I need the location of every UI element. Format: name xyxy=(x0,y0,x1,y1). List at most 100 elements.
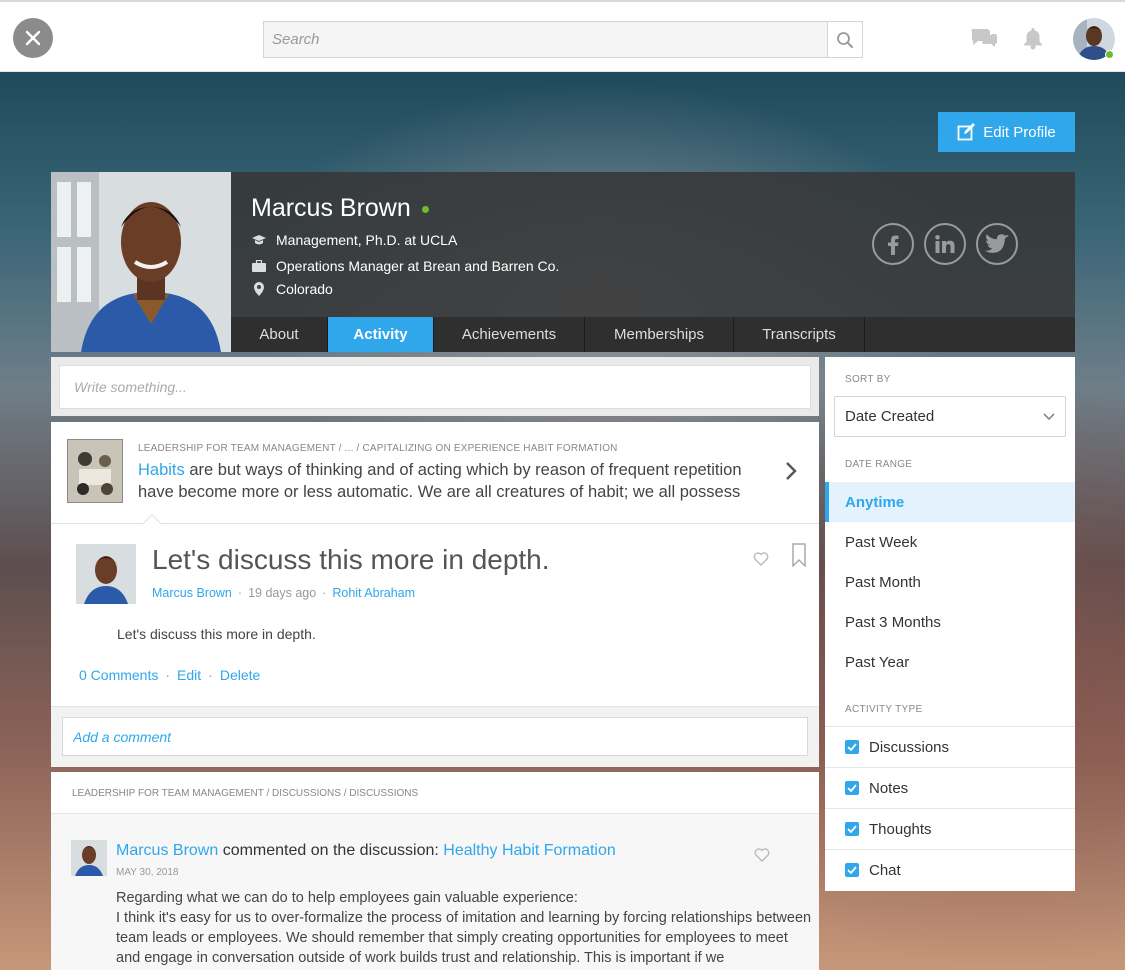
action-separator: · xyxy=(208,667,213,683)
post-composer xyxy=(51,357,819,416)
graduation-cap-icon xyxy=(251,234,267,246)
education-row: Management, Ph.D. at UCLA xyxy=(251,232,457,248)
bookmark-button[interactable] xyxy=(792,543,806,572)
search-button[interactable] xyxy=(827,22,862,57)
location-row: Colorado xyxy=(251,281,333,297)
activity-type-text: Thoughts xyxy=(869,820,932,838)
profile-tabs: About Activity Achievements Memberships … xyxy=(231,317,1075,352)
sort-by-label: SORT BY xyxy=(845,374,891,385)
post-body-line: Regarding what we can do to help employe… xyxy=(116,890,578,906)
date-range-past-year[interactable]: Past Year xyxy=(825,642,1075,682)
meta-separator: · xyxy=(322,586,327,600)
tab-activity[interactable]: Activity xyxy=(328,317,434,352)
close-icon xyxy=(25,30,41,46)
twitter-icon xyxy=(985,234,1009,253)
edit-icon xyxy=(957,122,976,140)
post-breadcrumb: LEADERSHIP FOR TEAM MANAGEMENT / ... / C… xyxy=(138,443,618,454)
post-body: Regarding what we can do to help employe… xyxy=(116,888,816,968)
recipient-link[interactable]: Rohit Abraham xyxy=(332,586,415,600)
date-range-past-week[interactable]: Past Week xyxy=(825,522,1075,562)
sort-by-select[interactable]: Date Created xyxy=(834,396,1066,437)
top-bar xyxy=(0,0,1125,72)
discussion-link[interactable]: Healthy Habit Formation xyxy=(443,842,616,859)
date-range-label: DATE RANGE xyxy=(845,459,913,470)
post-actions: 0 Comments · Edit · Delete xyxy=(79,667,260,683)
linkedin-button[interactable] xyxy=(924,223,966,265)
add-comment-input[interactable] xyxy=(62,717,808,756)
quoted-content[interactable]: LEADERSHIP FOR TEAM MANAGEMENT / ... / C… xyxy=(51,422,819,524)
checkbox-checked[interactable] xyxy=(845,740,859,754)
messages-button[interactable] xyxy=(969,26,999,55)
date-range-past-month[interactable]: Past Month xyxy=(825,562,1075,602)
edit-profile-label: Edit Profile xyxy=(983,123,1056,141)
post-header: LEADERSHIP FOR TEAM MANAGEMENT / DISCUSS… xyxy=(51,772,819,814)
activity-type-discussions[interactable]: Discussions xyxy=(825,726,1075,767)
profile-name: Marcus Brown xyxy=(251,194,411,222)
search-icon xyxy=(837,31,853,48)
close-button[interactable] xyxy=(13,18,53,58)
online-status-dot xyxy=(422,206,429,213)
action-separator: · xyxy=(165,667,171,683)
location-pin-icon xyxy=(251,282,267,296)
activity-filters: SORT BY Date Created DATE RANGE Anytime … xyxy=(825,357,1075,891)
activity-type-text: Chat xyxy=(869,861,901,879)
checkbox-checked[interactable] xyxy=(845,781,859,795)
comment-bar xyxy=(51,706,819,767)
tab-transcripts[interactable]: Transcripts xyxy=(734,317,865,352)
tab-about[interactable]: About xyxy=(231,317,328,352)
activity-type-text: Discussions xyxy=(869,738,950,756)
author-link[interactable]: Marcus Brown xyxy=(152,586,232,600)
edit-link[interactable]: Edit xyxy=(177,667,201,683)
notifications-button[interactable] xyxy=(1021,26,1045,55)
check-icon xyxy=(847,784,857,792)
quote-text: Habits are but ways of thinking and of a… xyxy=(138,459,778,503)
heart-icon xyxy=(754,848,770,862)
quote-body: are but ways of thinking and of acting w… xyxy=(138,461,742,501)
linkedin-icon xyxy=(935,235,955,253)
activity-type-chat[interactable]: Chat xyxy=(825,849,1075,890)
delete-link[interactable]: Delete xyxy=(220,667,260,683)
profile-header: Marcus Brown Management, Ph.D. at UCLA O… xyxy=(51,172,1075,352)
chat-icon xyxy=(971,29,997,47)
search-bar xyxy=(263,21,863,58)
author-link[interactable]: Marcus Brown xyxy=(116,842,218,859)
activity-post: LEADERSHIP FOR TEAM MANAGEMENT / ... / C… xyxy=(51,422,819,767)
author-avatar[interactable] xyxy=(76,544,136,604)
check-icon xyxy=(847,866,857,874)
activity-action: commented on the discussion: xyxy=(218,842,444,859)
post-meta: Marcus Brown · 19 days ago · Rohit Abrah… xyxy=(152,586,415,600)
checkbox-checked[interactable] xyxy=(845,822,859,836)
tab-achievements[interactable]: Achievements xyxy=(434,317,585,352)
activity-type-notes[interactable]: Notes xyxy=(825,767,1075,808)
like-button[interactable] xyxy=(754,848,770,867)
write-something-input[interactable] xyxy=(59,365,811,409)
date-range-past-3-months[interactable]: Past 3 Months xyxy=(825,602,1075,642)
check-icon xyxy=(847,825,857,833)
briefcase-icon xyxy=(251,260,267,272)
chevron-right-icon[interactable] xyxy=(784,461,798,486)
sort-by-value: Date Created xyxy=(845,408,935,425)
post-breadcrumb: LEADERSHIP FOR TEAM MANAGEMENT / DISCUSS… xyxy=(72,788,419,799)
date-range-anytime[interactable]: Anytime xyxy=(825,482,1075,522)
heart-icon xyxy=(753,552,769,566)
course-thumbnail xyxy=(67,439,123,503)
activity-post: LEADERSHIP FOR TEAM MANAGEMENT / DISCUSS… xyxy=(51,772,819,970)
checkbox-checked[interactable] xyxy=(845,863,859,877)
activity-type-text: Notes xyxy=(869,779,909,797)
bell-icon xyxy=(1024,28,1042,50)
post-body: Let's discuss this more in depth. xyxy=(117,626,316,642)
quote-highlight[interactable]: Habits xyxy=(138,461,185,479)
author-avatar[interactable] xyxy=(71,840,107,876)
tab-memberships[interactable]: Memberships xyxy=(585,317,734,352)
twitter-button[interactable] xyxy=(976,223,1018,265)
post-date: MAY 30, 2018 xyxy=(116,867,179,878)
activity-line: Marcus Brown commented on the discussion… xyxy=(116,842,616,860)
comments-link[interactable]: 0 Comments xyxy=(79,667,158,683)
facebook-button[interactable] xyxy=(872,223,914,265)
edit-profile-button[interactable]: Edit Profile xyxy=(938,112,1075,152)
like-button[interactable] xyxy=(753,552,769,571)
activity-type-label: ACTIVITY TYPE xyxy=(845,704,923,715)
post-title: Let's discuss this more in depth. xyxy=(152,544,550,575)
search-input[interactable] xyxy=(264,22,828,57)
activity-type-thoughts[interactable]: Thoughts xyxy=(825,808,1075,849)
